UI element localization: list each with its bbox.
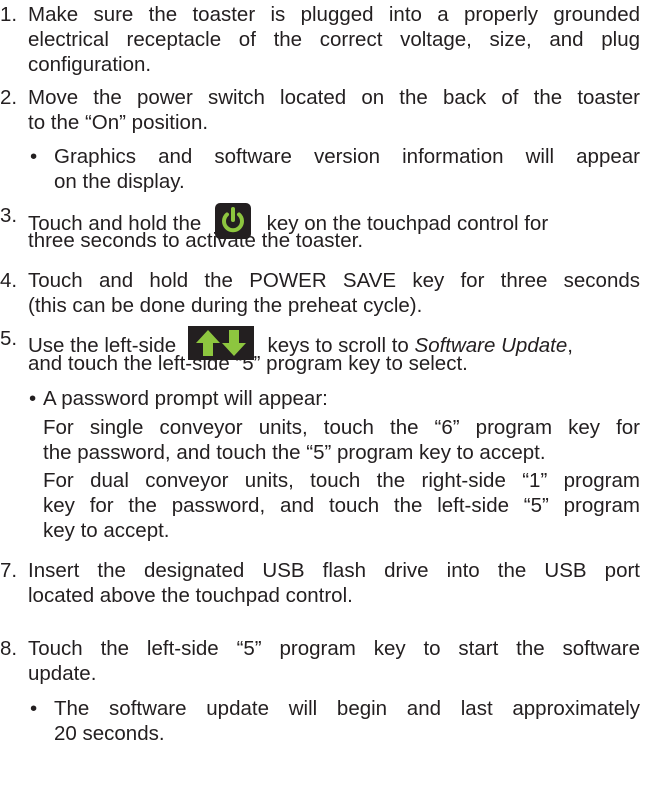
step-8-line-2: update. — [28, 662, 97, 685]
step-number: 1. — [0, 3, 18, 26]
bullet-line-2: 20 seconds. — [54, 722, 165, 745]
single-conveyor-line-1: For single conveyor units, touch the “6”… — [43, 416, 640, 439]
step-2-line-1: Move the power switch located on the bac… — [28, 86, 640, 109]
step-number: 3. — [0, 204, 18, 227]
single-conveyor-line-2: the password, and touch the “5” program … — [43, 441, 546, 464]
step-3-text-after-icon: key on the touchpad control for — [266, 212, 549, 235]
dual-conveyor-line-3: key to accept. — [43, 519, 170, 542]
step-number: 8. — [0, 637, 18, 660]
step-4-line-1: Touch and hold the POWER SAVE key for th… — [28, 269, 640, 292]
step-8-line-1: Touch the left-side “5” program key to s… — [28, 637, 640, 660]
bullet-line-1: Graphics and software version informatio… — [54, 145, 640, 168]
step-number: 5. — [0, 327, 18, 350]
step-number: 7. — [0, 559, 18, 582]
bullet-line-2: on the display. — [54, 170, 185, 193]
power-icon — [214, 203, 251, 239]
step-5-comma: , — [567, 334, 573, 357]
dual-conveyor-line-2: key for the password, and touch the left… — [43, 494, 640, 517]
step-7-line-2: located above the touchpad control. — [28, 584, 353, 607]
step-7-line-1: Insert the designated USB flash drive in… — [28, 559, 640, 582]
step-1-line-3: configuration. — [28, 53, 152, 76]
dual-conveyor-instructions: For dual conveyor units, touch the right… — [43, 468, 640, 543]
step-number: 4. — [0, 269, 18, 292]
step-1-line-1: Make sure the toaster is plugged into a … — [28, 3, 640, 26]
step-number: 2. — [0, 86, 18, 109]
bullet-marker: • — [30, 145, 38, 168]
password-prompt-text: A password prompt will appear: — [43, 387, 328, 410]
up-down-arrows-icon — [187, 326, 254, 360]
step-2-line-2: to the “On” position. — [28, 111, 209, 134]
bullet-marker: • — [29, 387, 37, 410]
bullet-line-1: The software update will begin and last … — [54, 697, 640, 720]
step-4-line-2: (this can be done during the preheat cyc… — [28, 294, 423, 317]
dual-conveyor-line-1: For dual conveyor units, touch the right… — [43, 469, 640, 492]
single-conveyor-instructions: For single conveyor units, touch the “6”… — [43, 415, 640, 465]
step-1-line-2: electrical receptacle of the correct vol… — [28, 28, 640, 51]
bullet-marker: • — [30, 697, 38, 720]
step-3-text-before-icon: Touch and hold the — [28, 212, 202, 235]
